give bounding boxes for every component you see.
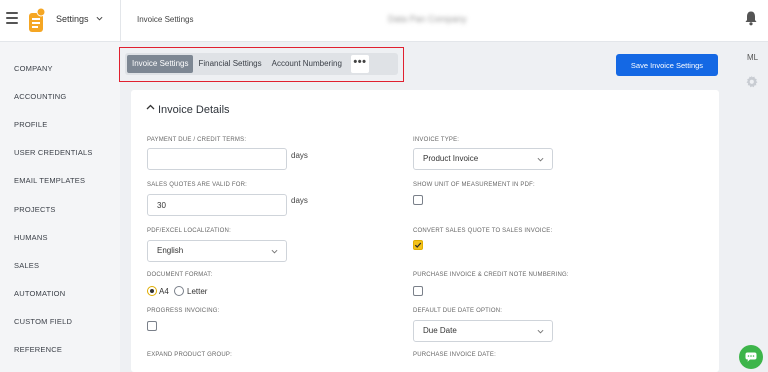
default-due-date-label: DEFAULT DUE DATE OPTION: [413, 308, 503, 314]
sidebar-item-custom-field[interactable]: CUSTOM FIELD [14, 317, 72, 326]
sidebar: COMPANY ACCOUNTING PROFILE USER CREDENTI… [0, 42, 120, 372]
sidebar-item-projects[interactable]: PROJECTS [14, 205, 56, 214]
tab-financial-settings[interactable]: Financial Settings [193, 55, 266, 73]
chat-icon[interactable] [739, 345, 763, 369]
bell-icon[interactable] [744, 10, 758, 26]
company-name[interactable]: Data Pan Company [388, 14, 467, 24]
sidebar-item-email-templates[interactable]: EMAIL TEMPLATES [14, 176, 85, 185]
quotes-valid-unit: days [291, 196, 308, 205]
progress-invoicing-checkbox[interactable] [147, 321, 157, 331]
save-invoice-settings-button[interactable]: Save Invoice Settings [616, 54, 718, 76]
localization-value: English [157, 246, 184, 255]
progress-invoicing-label: PROGRESS INVOICING: [147, 308, 220, 314]
sidebar-item-sales[interactable]: SALES [14, 261, 39, 270]
convert-quote-checkbox[interactable] [413, 240, 423, 250]
app-logo-icon[interactable] [25, 6, 47, 34]
tab-invoice-settings[interactable]: Invoice Settings [127, 55, 194, 73]
section-title: Invoice Details [158, 104, 230, 116]
convert-quote-label: CONVERT SALES QUOTE TO SALES INVOICE: [413, 228, 553, 234]
document-format-label: DOCUMENT FORMAT: [147, 272, 213, 278]
sidebar-item-reference[interactable]: REFERENCE [14, 345, 62, 354]
show-unit-label: SHOW UNIT OF MEASUREMENT IN PDF: [413, 182, 535, 188]
check-icon [414, 242, 422, 248]
format-a4-radio[interactable] [147, 286, 157, 296]
default-due-date-value: Due Date [423, 326, 457, 335]
breadcrumb: Invoice Settings [137, 15, 194, 24]
format-a4-label: A4 [159, 287, 169, 296]
purchase-numbering-label: PURCHASE INVOICE & CREDIT NOTE NUMBERING… [413, 272, 569, 278]
chevron-down-icon[interactable] [96, 15, 103, 22]
format-letter-label: Letter [187, 287, 208, 296]
payment-due-unit: days [291, 151, 308, 160]
sidebar-item-company[interactable]: COMPANY [14, 64, 53, 73]
chevron-down-icon [271, 249, 278, 254]
invoice-type-select[interactable]: Product Invoice [413, 148, 553, 170]
sidebar-item-humans[interactable]: HUMANS [14, 233, 48, 242]
settings-tabs: Invoice Settings Financial Settings Acco… [125, 53, 398, 75]
sidebar-item-automation[interactable]: AUTOMATION [14, 289, 65, 298]
invoice-type-value: Product Invoice [423, 154, 479, 163]
chevron-down-icon [537, 157, 544, 162]
user-initials[interactable]: ML [747, 53, 758, 62]
sidebar-item-accounting[interactable]: ACCOUNTING [14, 92, 66, 101]
divider [120, 0, 121, 42]
quotes-valid-input[interactable] [147, 194, 287, 216]
chevron-up-icon[interactable] [146, 103, 155, 112]
invoice-type-label: INVOICE TYPE: [413, 137, 460, 143]
top-bar: Settings Invoice Settings Data Pan Compa… [0, 0, 768, 42]
format-letter-radio[interactable] [174, 286, 184, 296]
purchase-numbering-checkbox[interactable] [413, 286, 423, 296]
tab-account-numbering[interactable]: Account Numbering [267, 55, 347, 73]
localization-select[interactable]: English [147, 240, 287, 262]
sidebar-item-profile[interactable]: PROFILE [14, 120, 48, 129]
menu-icon[interactable] [6, 12, 18, 24]
purchase-date-label: PURCHASE INVOICE DATE: [413, 352, 496, 358]
payment-due-input[interactable] [147, 148, 287, 170]
default-due-date-select[interactable]: Due Date [413, 320, 553, 342]
chevron-down-icon [537, 329, 544, 334]
show-unit-checkbox[interactable] [413, 195, 423, 205]
payment-due-label: PAYMENT DUE / CREDIT TERMS: [147, 137, 247, 143]
localization-label: PDF/EXCEL LOCALIZATION: [147, 228, 231, 234]
sidebar-item-user-credentials[interactable]: USER CREDENTIALS [14, 148, 93, 157]
app-switcher-label[interactable]: Settings [56, 14, 89, 24]
expand-group-label: EXPAND PRODUCT GROUP: [147, 352, 232, 358]
chat-bubble-glyph [745, 352, 757, 362]
gear-icon[interactable] [745, 75, 758, 88]
more-tabs-icon[interactable]: ••• [350, 55, 369, 73]
quotes-valid-label: SALES QUOTES ARE VALID FOR: [147, 182, 247, 188]
